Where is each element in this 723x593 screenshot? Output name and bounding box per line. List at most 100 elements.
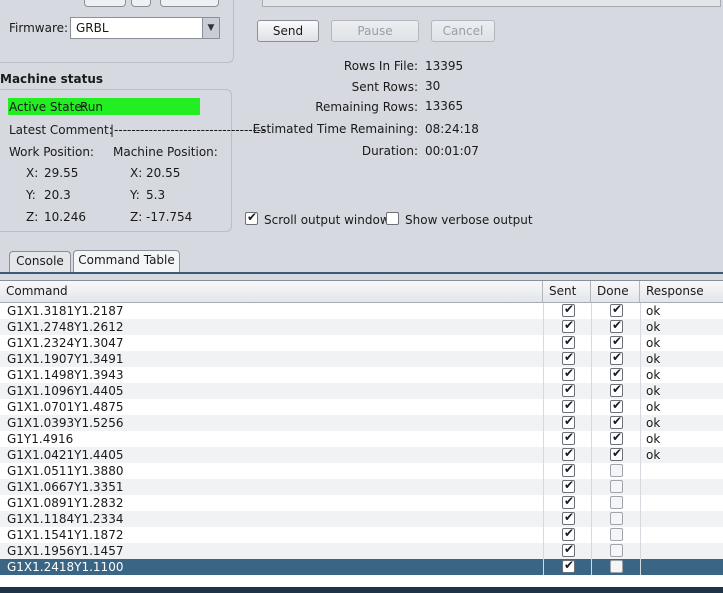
table-row[interactable]: G1X1.1956Y1.1457 ✔ [0, 542, 723, 559]
send-button[interactable]: Send [257, 20, 319, 42]
tab-console[interactable]: Console [9, 251, 71, 272]
table-row[interactable]: G1X1.2748Y1.2612 ✔ ✔ ok [0, 318, 723, 335]
table-row[interactable]: G1X1.1184Y1.2334 ✔ [0, 510, 723, 527]
done-checkbox[interactable]: ✔ [610, 414, 623, 429]
command-cell: G1X1.1096Y1.4405 [7, 384, 124, 398]
column-separator [543, 415, 544, 431]
column-header-sent[interactable]: Sent [543, 281, 591, 302]
work-z-value: 10.246 [44, 210, 86, 224]
sent-checkbox[interactable]: ✔ [562, 558, 575, 573]
est-time-label: Estimated Time Remaining: [252, 122, 418, 136]
done-checkbox[interactable]: ✔ [610, 366, 623, 381]
table-row[interactable]: G1X1.0511Y1.3880 ✔ [0, 462, 723, 479]
tab-command-table[interactable]: Command Table [73, 250, 180, 272]
chevron-down-icon[interactable]: ▼ [202, 18, 219, 38]
pause-button[interactable]: Pause [331, 20, 419, 42]
table-row[interactable]: G1X1.2418Y1.1100 ✔ [0, 558, 723, 575]
sent-checkbox[interactable]: ✔ [562, 302, 575, 317]
sent-checkbox[interactable]: ✔ [562, 430, 575, 445]
sent-checkbox[interactable]: ✔ [562, 334, 575, 349]
column-separator [543, 335, 544, 351]
command-cell: G1X1.1907Y1.3491 [7, 352, 124, 366]
response-cell [646, 463, 723, 479]
sent-checkbox[interactable]: ✔ [562, 446, 575, 461]
checkmark-icon: ✔ [612, 318, 623, 332]
connection-button-stub[interactable] [84, 0, 126, 7]
sent-checkbox[interactable]: ✔ [562, 366, 575, 381]
command-cell: G1X1.0667Y1.3351 [7, 480, 124, 494]
sent-checkbox[interactable]: ✔ [562, 382, 575, 397]
done-checkbox[interactable] [610, 544, 623, 557]
done-checkbox[interactable]: ✔ [610, 398, 623, 413]
done-checkbox[interactable] [610, 464, 623, 477]
sent-checkbox[interactable]: ✔ [562, 526, 575, 541]
column-separator [543, 431, 544, 447]
done-checkbox[interactable]: ✔ [610, 430, 623, 445]
column-separator [640, 527, 641, 543]
response-cell: ok [646, 368, 661, 382]
column-header-command[interactable]: Command [0, 281, 543, 302]
column-separator [591, 367, 592, 383]
column-separator [640, 463, 641, 479]
response-cell: ok [646, 352, 661, 366]
column-header-response[interactable]: Response [640, 281, 723, 302]
table-row[interactable]: G1X1.1907Y1.3491 ✔ ✔ ok [0, 350, 723, 367]
sent-checkbox[interactable]: ✔ [562, 414, 575, 429]
verbose-output-checkbox[interactable] [386, 212, 399, 225]
table-row[interactable]: G1X1.3181Y1.2187 ✔ ✔ ok [0, 302, 723, 319]
table-row[interactable]: G1X1.0701Y1.4875 ✔ ✔ ok [0, 398, 723, 415]
refresh-button-stub[interactable] [131, 0, 151, 7]
command-cell: G1X1.2324Y1.3047 [7, 336, 124, 350]
sent-checkbox[interactable]: ✔ [562, 398, 575, 413]
command-table[interactable]: Command Sent Done Response G1X1.3181Y1.2… [0, 280, 723, 588]
sent-checkbox[interactable]: ✔ [562, 350, 575, 365]
file-path-field[interactable] [262, 0, 721, 7]
sent-checkbox[interactable]: ✔ [562, 478, 575, 493]
scroll-output-checkbox[interactable]: ✔ [245, 210, 258, 225]
table-row[interactable]: G1X1.1096Y1.4405 ✔ ✔ ok [0, 382, 723, 399]
done-checkbox[interactable] [610, 560, 623, 573]
checkmark-icon: ✔ [564, 446, 575, 460]
table-row[interactable]: G1X1.0667Y1.3351 ✔ [0, 478, 723, 495]
done-checkbox[interactable]: ✔ [610, 318, 623, 333]
column-separator [543, 495, 544, 511]
table-row[interactable]: G1X1.1541Y1.1872 ✔ [0, 526, 723, 543]
checkmark-icon: ✔ [564, 334, 575, 348]
table-row[interactable]: G1X1.1498Y1.3943 ✔ ✔ ok [0, 366, 723, 383]
sent-checkbox[interactable]: ✔ [562, 318, 575, 333]
done-checkbox[interactable] [610, 528, 623, 541]
table-row[interactable]: G1X1.0421Y1.4405 ✔ ✔ ok [0, 446, 723, 463]
column-separator [591, 511, 592, 527]
done-checkbox[interactable]: ✔ [610, 302, 623, 317]
firmware-select[interactable]: GRBL ▼ [70, 17, 220, 39]
done-checkbox[interactable]: ✔ [610, 350, 623, 365]
remaining-rows-value: 13365 [425, 99, 464, 113]
done-checkbox[interactable] [610, 512, 623, 525]
open-button-stub[interactable] [160, 0, 219, 7]
done-checkbox[interactable] [610, 480, 623, 493]
done-checkbox[interactable] [610, 496, 623, 509]
active-state-label: Active State: [9, 100, 86, 114]
done-checkbox[interactable]: ✔ [610, 446, 623, 461]
response-cell [646, 479, 723, 495]
table-row[interactable]: G1X1.0891Y1.2832 ✔ [0, 494, 723, 511]
column-header-done[interactable]: Done [591, 281, 640, 302]
column-separator [543, 383, 544, 399]
response-cell: ok [646, 384, 661, 398]
table-row[interactable]: G1X1.2324Y1.3047 ✔ ✔ ok [0, 334, 723, 351]
sent-checkbox[interactable]: ✔ [562, 542, 575, 557]
table-row[interactable]: G1Y1.4916 ✔ ✔ ok [0, 430, 723, 447]
remaining-rows-label: Remaining Rows: [315, 100, 418, 114]
column-separator [543, 527, 544, 543]
table-row[interactable]: G1X1.0393Y1.5256 ✔ ✔ ok [0, 414, 723, 431]
done-checkbox[interactable]: ✔ [610, 334, 623, 349]
column-separator [591, 399, 592, 415]
sent-checkbox[interactable]: ✔ [562, 510, 575, 525]
sent-checkbox[interactable]: ✔ [562, 462, 575, 477]
cancel-button[interactable]: Cancel [431, 20, 495, 42]
column-separator [640, 303, 641, 319]
sent-checkbox[interactable]: ✔ [562, 494, 575, 509]
column-separator [591, 559, 592, 575]
checkmark-icon: ✔ [564, 526, 575, 540]
done-checkbox[interactable]: ✔ [610, 382, 623, 397]
